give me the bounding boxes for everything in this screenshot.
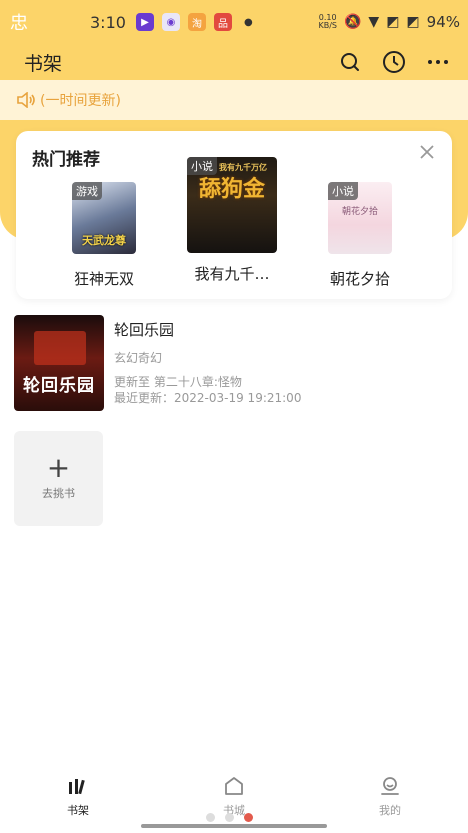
book-title: 朝花夕拾 xyxy=(329,270,390,288)
store-icon xyxy=(222,774,246,798)
page-dot xyxy=(206,813,215,822)
cover-title: 轮回乐园 xyxy=(23,376,95,396)
cover-title: 天武龙尊 xyxy=(82,234,126,247)
shop-app-icon: 淘 xyxy=(187,13,206,31)
latest-chapter: 更新至 第二十八章:怪物 xyxy=(114,375,242,389)
status-time: 3:10 xyxy=(90,12,126,32)
page-title: 书架 xyxy=(24,52,63,75)
bookshelf-icon xyxy=(66,774,90,798)
book-cover: 游戏 天武龙尊 xyxy=(72,182,136,254)
add-book-label: 去挑书 xyxy=(42,487,75,500)
genre-tag: 小说 xyxy=(328,182,358,200)
book-title: 轮回乐园 xyxy=(114,321,175,339)
page-dot-active xyxy=(244,813,253,822)
app-header: 书架 xyxy=(0,44,468,80)
announcement-text: (一时间更新) xyxy=(40,93,121,109)
more-notifications-dot: ● xyxy=(243,16,253,28)
no-sim-icon: ◩ xyxy=(386,14,400,30)
page-dot xyxy=(225,813,234,822)
plus-icon: + xyxy=(46,451,71,484)
speaker-icon xyxy=(16,92,36,108)
video-app-icon: ▶ xyxy=(135,13,154,31)
carrier-icon: 忠 xyxy=(10,13,28,34)
last-updated: 最近更新：2022-03-19 19:21:00 xyxy=(114,391,302,405)
tab-bookshelf[interactable]: 书架 xyxy=(0,768,156,822)
cover-title: 舔狗金 xyxy=(198,177,265,202)
book-title: 我有九千… xyxy=(194,265,270,283)
wifi-icon: ▼ xyxy=(368,14,380,30)
history-icon[interactable] xyxy=(382,50,406,74)
book-cover: 小说 朝花夕拾 xyxy=(328,182,392,254)
tab-label: 书架 xyxy=(67,804,89,817)
circle-app-icon: ◉ xyxy=(161,13,180,31)
hot-title: 热门推荐 xyxy=(32,150,100,170)
status-bar: 忠 3:10 ▶ ◉ 淘 品 ● 0.10 KB/S 🔕 ▼ ◩ ◩ 94% xyxy=(0,0,468,44)
no-sim-icon-2: ◩ xyxy=(406,14,420,30)
add-book-button[interactable]: + 去挑书 xyxy=(14,431,103,526)
announcement-bar[interactable]: (一时间更新) xyxy=(0,80,468,120)
book-cover: 轮回乐园 xyxy=(14,315,104,411)
mute-icon: 🔕 xyxy=(343,14,362,30)
status-left: 忠 xyxy=(10,9,28,35)
tab-label: 我的 xyxy=(379,804,401,817)
book-genre: 玄幻奇幻 xyxy=(114,351,163,365)
profile-icon xyxy=(378,774,402,798)
cover-title: 朝花夕拾 xyxy=(341,207,378,217)
book-cover: 小说 我有九千万亿 舔狗金 xyxy=(187,157,277,253)
status-right: 0.10 KB/S 🔕 ▼ ◩ ◩ 94% xyxy=(318,13,460,31)
header-actions xyxy=(338,50,450,74)
cover-art xyxy=(34,331,86,365)
more-icon[interactable] xyxy=(426,50,450,74)
net-speed: 0.10 KB/S xyxy=(318,13,337,30)
tab-profile[interactable]: 我的 xyxy=(312,768,468,822)
hot-book-item[interactable]: 小说 我有九千万亿 舔狗金 我有九千… xyxy=(180,157,284,284)
hot-book-item[interactable]: 游戏 天武龙尊 狂神无双 xyxy=(56,182,152,289)
close-icon[interactable] xyxy=(418,143,436,161)
page-indicator xyxy=(206,813,253,822)
search-icon[interactable] xyxy=(338,50,362,74)
notification-icons: ▶ ◉ 淘 品 xyxy=(135,13,232,31)
home-indicator[interactable] xyxy=(141,824,327,828)
battery-percent: 94% xyxy=(426,13,460,31)
genre-tag: 游戏 xyxy=(72,182,102,200)
bag-app-icon: 品 xyxy=(213,13,232,31)
hot-recommendations-card: 热门推荐 游戏 天武龙尊 狂神无双 小说 我有九千万亿 舔狗金 我有九千… 小说… xyxy=(16,131,452,299)
hot-book-item[interactable]: 小说 朝花夕拾 朝花夕拾 xyxy=(312,182,408,289)
book-title: 狂神无双 xyxy=(73,270,134,288)
shelf-book-item[interactable]: 轮回乐园 轮回乐园 玄幻奇幻 更新至 第二十八章:怪物 最近更新：2022-03… xyxy=(14,315,454,411)
